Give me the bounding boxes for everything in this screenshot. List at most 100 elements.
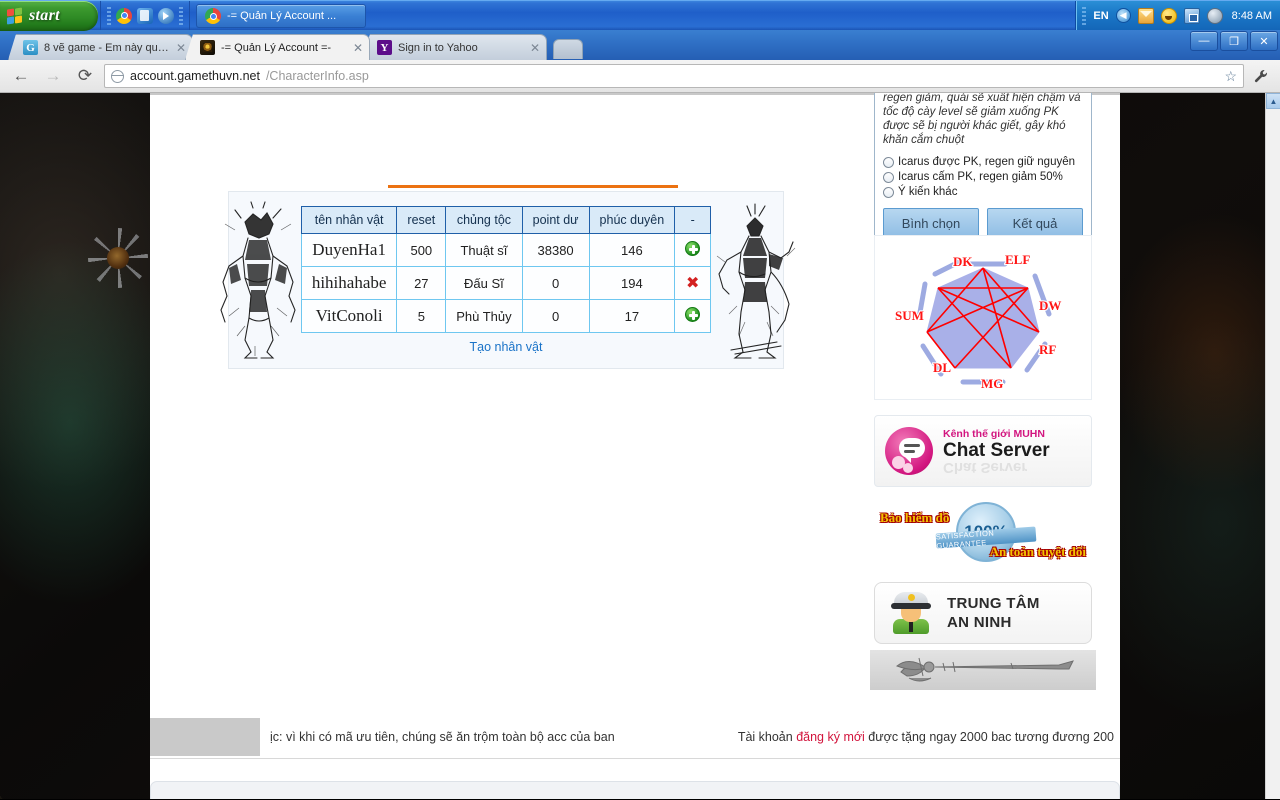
star-icon[interactable]: ☆ xyxy=(1224,68,1237,85)
chat-bubble-icon xyxy=(885,427,933,475)
volume-icon[interactable] xyxy=(1207,8,1223,24)
tab-title: -= Quản Lý Account =- xyxy=(221,42,347,54)
tab-close-icon[interactable]: ✕ xyxy=(353,41,363,55)
start-button[interactable]: start xyxy=(0,1,98,31)
network-icon[interactable] xyxy=(1184,8,1200,24)
cell-phuc-duyen: 17 xyxy=(589,300,675,333)
poll-description: regen giảm, quái sẽ xuất hiện chậm và tố… xyxy=(883,93,1083,147)
th-chung-toc: chủng tộc xyxy=(446,207,522,234)
start-button-label: start xyxy=(29,7,60,25)
restore-button[interactable]: ❐ xyxy=(1220,31,1248,51)
cell-action[interactable] xyxy=(675,234,711,267)
marquee-right-text: Tài khoản đăng ký mới được tặng ngay 200… xyxy=(738,730,1120,744)
google-favicon-icon: G xyxy=(23,40,38,55)
url-host: account.gamethuvn.net xyxy=(130,69,260,83)
background-emblem-icon xyxy=(88,228,148,288)
close-button[interactable]: ✕ xyxy=(1250,31,1278,51)
cell-character-name: hihihahabe xyxy=(301,267,397,300)
right-sidebar: regen giảm, quái sẽ xuất hiện chậm và tố… xyxy=(870,93,1096,685)
tab-close-icon[interactable]: ✕ xyxy=(176,41,186,55)
character-sketch-right-icon xyxy=(711,200,797,360)
new-tab-button[interactable] xyxy=(553,39,583,59)
quick-launch-bar xyxy=(100,1,190,30)
character-list-block: tên nhân vật reset chủng tộc point dư ph… xyxy=(228,191,784,369)
create-character-link[interactable]: Tạo nhân vật xyxy=(301,333,711,354)
tab-sign-in-yahoo[interactable]: Y Sign in to Yahoo ✕ xyxy=(362,34,547,60)
label-elf: ELF xyxy=(1005,252,1030,267)
poll-option-1[interactable]: Icarus được PK, regen giữ nguyên xyxy=(883,155,1083,170)
poll-option-label: Icarus được PK, regen giữ nguyên xyxy=(898,155,1075,170)
marquee-strip: ịc: vì khi có mã ưu tiên, chúng sẽ ăn tr… xyxy=(150,715,1120,759)
tab-title: 8 vẽ game - Em này quả là Vip xyxy=(44,42,170,54)
radio-icon[interactable] xyxy=(883,157,894,168)
vote-button[interactable]: Bình chọn xyxy=(883,208,979,238)
table-row[interactable]: hihihahabe 27 Đấu Sĩ 0 194 ✖ xyxy=(301,267,710,300)
messenger-icon[interactable] xyxy=(137,8,153,24)
marquee-right-prefix: Tài khoản xyxy=(738,730,796,744)
th-phuc-duyen: phúc duyên xyxy=(589,207,675,234)
weapon-banner[interactable] xyxy=(870,650,1096,690)
taskbar-clock: 8:48 AM xyxy=(1230,10,1272,22)
chat-kenh-prefix: Kênh thế giới xyxy=(943,428,1013,440)
results-button[interactable]: Kết quả xyxy=(987,208,1083,238)
toolbar-grip[interactable] xyxy=(107,6,111,26)
minimize-button[interactable]: — xyxy=(1190,31,1218,51)
show-hidden-icons-arrow-icon[interactable]: ◀ xyxy=(1116,8,1131,23)
table-header-row: tên nhân vật reset chủng tộc point dư ph… xyxy=(301,207,710,234)
toolbar-grip[interactable] xyxy=(179,6,183,26)
th-reset: reset xyxy=(397,207,446,234)
add-character-icon[interactable] xyxy=(685,241,700,256)
delete-character-icon[interactable]: ✖ xyxy=(686,275,699,291)
language-indicator[interactable]: EN xyxy=(1093,10,1108,22)
cell-action[interactable]: ✖ xyxy=(675,267,711,300)
heptagon-svg: DK ELF DW RF MG DL SUM xyxy=(893,240,1073,395)
th-action: - xyxy=(675,207,711,234)
system-tray: EN ◀ 8:48 AM xyxy=(1075,1,1280,30)
media-player-icon[interactable] xyxy=(158,8,174,24)
chrome-icon[interactable] xyxy=(116,8,132,24)
chat-banner-text: Kênh thế giới MUHN Chat Server Chat Serv… xyxy=(943,428,1050,474)
reload-button[interactable]: ⟳ xyxy=(72,63,98,89)
smiley-icon[interactable] xyxy=(1161,8,1177,24)
marquee-right-highlight: đăng ký mới xyxy=(796,730,865,744)
tab-strip: G 8 vẽ game - Em này quả là Vip ✕ -= Quả… xyxy=(0,30,1280,60)
wrench-icon[interactable] xyxy=(1250,63,1272,89)
cell-character-name: DuyenHa1 xyxy=(301,234,397,267)
trident-weapon-icon xyxy=(883,654,1083,686)
taskbar-window-button[interactable]: -= Quản Lý Account ... xyxy=(196,4,366,28)
page-scrollbar[interactable]: ▲ xyxy=(1265,93,1280,799)
insurance-banner[interactable]: Bảo hiểm đồ 100% SATISFACTION GUARANTEE … xyxy=(874,500,1092,566)
tab-8ve-game[interactable]: G 8 vẽ game - Em này quả là Vip ✕ xyxy=(8,34,193,60)
mail-icon[interactable] xyxy=(1138,8,1154,24)
chat-server-banner[interactable]: Kênh thế giới MUHN Chat Server Chat Serv… xyxy=(874,415,1092,487)
marquee-left-text: ịc: vì khi có mã ưu tiên, chúng sẽ ăn tr… xyxy=(260,730,615,744)
mu-favicon-icon xyxy=(200,40,215,55)
character-table-wrapper: tên nhân vật reset chủng tộc point dư ph… xyxy=(301,206,711,354)
screen-root: G 8 vẽ game - Em này quả là Vip ✕ -= Quả… xyxy=(0,0,1280,800)
cell-action[interactable] xyxy=(675,300,711,333)
security-line-1: TRUNG TÂM xyxy=(947,594,1040,613)
cell-point: 0 xyxy=(522,267,589,300)
scroll-up-arrow-icon[interactable]: ▲ xyxy=(1266,93,1280,109)
insurance-right-text: An toàn tuyệt đối xyxy=(990,544,1086,560)
window-controls: — ❐ ✕ xyxy=(1190,31,1278,51)
tab-quan-ly-account[interactable]: -= Quản Lý Account =- ✕ xyxy=(185,34,370,60)
characters-table: tên nhân vật reset chủng tộc point dư ph… xyxy=(301,206,711,333)
tab-close-icon[interactable]: ✕ xyxy=(530,41,540,55)
th-point-du: point dư xyxy=(522,207,589,234)
table-row[interactable]: VitConoli 5 Phù Thủy 0 17 xyxy=(301,300,710,333)
radio-icon[interactable] xyxy=(883,187,894,198)
poll-option-label: Ý kiến khác xyxy=(898,185,957,200)
security-center-text: TRUNG TÂM AN NINH xyxy=(947,594,1040,632)
address-bar[interactable]: account.gamethuvn.net/CharacterInfo.asp … xyxy=(104,64,1244,88)
table-row[interactable]: DuyenHa1 500 Thuật sĩ 38380 146 xyxy=(301,234,710,267)
forward-button[interactable]: → xyxy=(40,63,66,89)
poll-option-2[interactable]: Icarus cấm PK, regen giảm 50% xyxy=(883,170,1083,185)
add-character-icon[interactable] xyxy=(685,307,700,322)
toolbar-grip[interactable] xyxy=(1082,6,1086,26)
security-center-banner[interactable]: TRUNG TÂM AN NINH xyxy=(874,582,1092,644)
poll-option-3[interactable]: Ý kiến khác xyxy=(883,185,1083,200)
radio-icon[interactable] xyxy=(883,172,894,183)
security-line-2: AN NINH xyxy=(947,613,1040,632)
back-button[interactable]: ← xyxy=(8,63,34,89)
